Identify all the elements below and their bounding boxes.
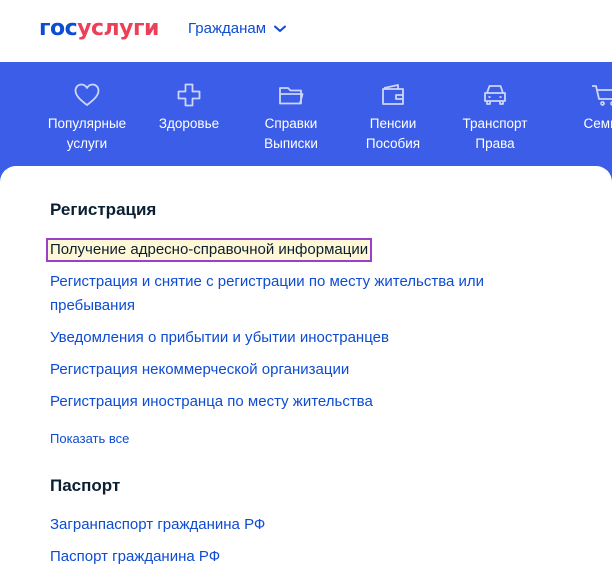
category-certificates-line1: Справки	[264, 116, 318, 131]
category-certificates[interactable]: Справки Выписки	[254, 82, 328, 154]
category-popular-line1: Популярные	[47, 116, 127, 131]
category-band: Популярные услуги Здоровье Справки Выпис…	[0, 62, 612, 182]
category-pensions-line1: Пенсии	[369, 116, 417, 131]
category-health[interactable]: Здоровье	[152, 82, 226, 134]
category-family-label: Семья	[583, 116, 612, 131]
header: госуслуги Гражданам	[0, 0, 612, 62]
section-title-registration: Регистрация	[50, 200, 157, 219]
wallet-icon	[379, 82, 407, 108]
cart-icon	[590, 82, 612, 108]
gosuslugi-logo[interactable]: госуслуги	[39, 17, 159, 41]
category-pensions[interactable]: Пенсии Пособия	[356, 82, 430, 154]
logo-part-gos: гос	[39, 16, 78, 41]
link-address-info[interactable]: Получение адресно-справочной информации	[45, 238, 373, 262]
category-transport[interactable]: Транспорт Права	[456, 82, 534, 154]
category-pensions-line2: Пособия	[365, 136, 421, 151]
category-popular-line2: услуги	[66, 136, 108, 151]
audience-label: Гражданам	[188, 20, 267, 37]
link-nonprofit-registration[interactable]: Регистрация некоммерческой организации	[50, 358, 349, 382]
category-transport-line2: Права	[475, 136, 515, 151]
show-all-link[interactable]: Показать все	[50, 431, 129, 446]
link-internal-passport[interactable]: Паспорт гражданина РФ	[50, 545, 220, 569]
category-certificates-line2: Выписки	[264, 136, 318, 151]
health-cross-icon	[175, 82, 203, 108]
logo-part-uslugi: услуги	[77, 16, 159, 41]
link-registration-residence-cont[interactable]: пребывания	[50, 294, 135, 318]
category-transport-line1: Транспорт	[462, 116, 528, 131]
folder-icon	[277, 82, 305, 108]
category-popular[interactable]: Популярные услуги	[44, 82, 130, 154]
heart-icon	[73, 82, 101, 108]
chevron-down-icon	[274, 25, 287, 32]
car-icon	[481, 82, 509, 108]
link-foreigner-registration[interactable]: Регистрация иностранца по месту жительст…	[50, 390, 373, 414]
link-registration-residence[interactable]: Регистрация и снятие с регистрации по ме…	[50, 270, 484, 294]
link-international-passport[interactable]: Загранпаспорт гражданина РФ	[50, 513, 265, 537]
section-title-passport: Паспорт	[50, 476, 121, 495]
audience-dropdown[interactable]: Гражданам	[188, 20, 287, 37]
category-family[interactable]: Семья	[574, 82, 612, 134]
link-foreigner-notifications[interactable]: Уведомления о прибытии и убытии иностран…	[50, 326, 389, 350]
category-health-label: Здоровье	[158, 116, 220, 131]
